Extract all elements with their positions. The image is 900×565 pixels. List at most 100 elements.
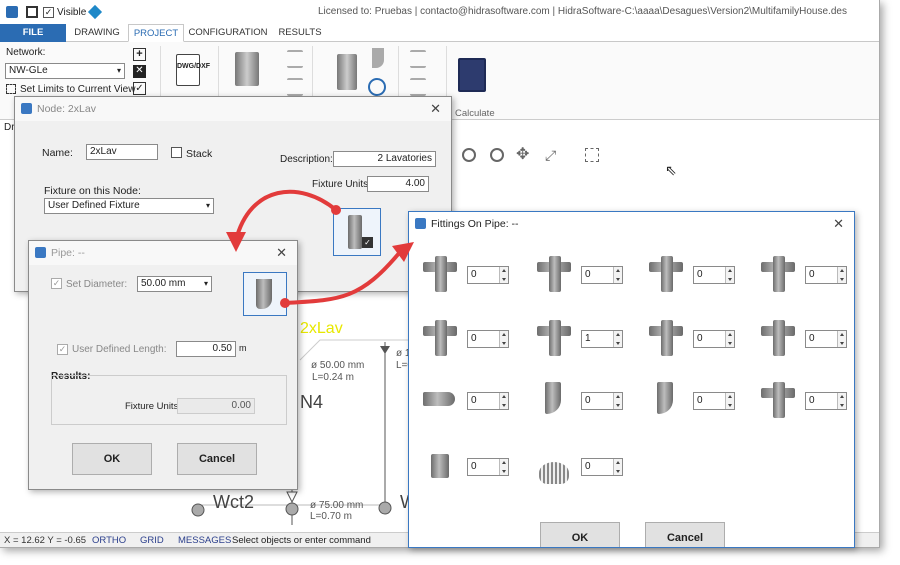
add-network-button[interactable]: + <box>133 48 146 61</box>
save-icon[interactable] <box>26 6 38 18</box>
fixture-select[interactable]: User Defined Fixture ▾ <box>44 198 214 214</box>
pipe-preview-button[interactable] <box>243 272 287 316</box>
cross-quantity-value: 1 <box>585 333 591 344</box>
reducer-quantity-stepper[interactable]: 0 <box>467 392 509 410</box>
elbow-icon[interactable] <box>372 48 384 68</box>
list-icon-3[interactable] <box>410 50 426 68</box>
sanitary-tee-fitting-icon <box>649 252 683 296</box>
stepper-arrows-icon[interactable] <box>499 459 508 475</box>
stepper-arrows-icon[interactable] <box>613 331 622 347</box>
grid-toggle[interactable]: GRID <box>140 535 164 546</box>
tab-project[interactable]: PROJECT <box>128 24 184 42</box>
wye-45-fitting-icon <box>761 378 795 422</box>
double-wye-fitting-icon <box>423 316 457 360</box>
fittings-dialog-title: Fittings On Pipe: -- <box>431 218 519 230</box>
pipe3-length: L=0.70 m <box>310 511 352 522</box>
wye-quantity-stepper[interactable]: 0 <box>467 266 509 284</box>
stepper-arrows-icon[interactable] <box>725 393 734 409</box>
node-label: 2xLav <box>300 320 343 337</box>
node-wct2-label: Wct2 <box>213 492 255 512</box>
status-hint: Select objects or enter command <box>232 535 371 546</box>
stepper-arrows-icon[interactable] <box>837 393 846 409</box>
close-icon[interactable]: ✕ <box>833 216 844 232</box>
sanitary-tee-quantity-stepper[interactable]: 0 <box>693 266 735 284</box>
ok-button[interactable]: OK <box>540 522 620 547</box>
floor-drain-quantity-value: 0 <box>585 461 591 472</box>
add-fitting-icon[interactable] <box>235 52 259 86</box>
add-pipe-icon[interactable] <box>337 54 357 90</box>
name-input[interactable]: 2xLav <box>86 144 158 160</box>
dialog-app-icon <box>415 218 426 229</box>
network-select[interactable]: NW-GLe ▾ <box>5 63 125 79</box>
double-tee-body <box>773 256 785 292</box>
stepper-arrows-icon[interactable] <box>725 331 734 347</box>
stepper-arrows-icon[interactable] <box>837 267 846 283</box>
stack-checkbox[interactable] <box>171 147 182 158</box>
stepper-arrows-icon[interactable] <box>499 331 508 347</box>
tee-quantity-stepper[interactable]: 0 <box>581 266 623 284</box>
stepper-arrows-icon[interactable] <box>613 393 622 409</box>
diameter-select[interactable]: 50.00 mm ▾ <box>137 276 212 292</box>
coords-readout: X = 12.62 Y = -0.65 <box>4 535 87 546</box>
tab-file[interactable]: FILE <box>0 24 66 42</box>
set-limits-icon <box>6 84 16 94</box>
close-icon[interactable]: ✕ <box>276 245 287 261</box>
list-icon[interactable] <box>287 50 303 68</box>
combo-cross-quantity-stepper[interactable]: 0 <box>805 330 847 348</box>
stepper-arrows-icon[interactable] <box>613 459 622 475</box>
fixture-pipe-icon <box>348 215 362 249</box>
length-input[interactable]: 0.50 <box>176 341 236 357</box>
set-limits-button[interactable]: Set Limits to Current View <box>20 84 135 95</box>
stepper-arrows-icon[interactable] <box>837 331 846 347</box>
cross-quantity-stepper[interactable]: 1 <box>581 330 623 348</box>
settings-icon[interactable] <box>368 78 386 96</box>
wye-45-quantity-stepper[interactable]: 0 <box>805 392 847 410</box>
name-label: Name: <box>42 147 73 159</box>
double-tee-quantity-stepper[interactable]: 0 <box>805 266 847 284</box>
floor-drain-quantity-stepper[interactable]: 0 <box>581 458 623 476</box>
user-length-checkbox[interactable]: ✓ <box>57 344 68 355</box>
tab-configuration[interactable]: CONFIGURATION <box>186 24 270 42</box>
close-icon[interactable]: ✕ <box>430 101 441 117</box>
visible-checkbox[interactable]: ✓ <box>43 7 54 18</box>
stepper-arrows-icon[interactable] <box>499 267 508 283</box>
double-wye-quantity-stepper[interactable]: 0 <box>467 330 509 348</box>
pipe1-diameter: ø 50.00 mm <box>311 360 365 371</box>
pipe3-diameter: ø 75.00 mm <box>310 500 364 511</box>
fixture-units-input[interactable]: 4.00 <box>367 176 429 192</box>
wye-45-body <box>773 382 785 418</box>
floor-drain-fitting-icon <box>537 444 571 488</box>
double-sanitary-tee-quantity-stepper[interactable]: 0 <box>693 330 735 348</box>
stepper-arrows-icon[interactable] <box>613 267 622 283</box>
fixture-preview-button[interactable]: ✓ <box>333 208 381 256</box>
cancel-button[interactable]: Cancel <box>645 522 725 547</box>
dwg-dxf-icon[interactable]: DWG/DXF <box>176 54 210 86</box>
double-tee-fitting-icon <box>761 252 795 296</box>
list-icon-2[interactable] <box>287 78 303 96</box>
ortho-toggle[interactable]: ORTHO <box>92 535 126 546</box>
cube-icon[interactable] <box>87 4 103 20</box>
description-input[interactable]: 2 Lavatories <box>333 151 436 167</box>
wye-quantity-value: 0 <box>471 269 477 280</box>
delete-network-button[interactable]: ✕ <box>133 65 146 78</box>
long-bend-quantity-stepper[interactable]: 0 <box>693 392 735 410</box>
tee-quantity-value: 0 <box>585 269 591 280</box>
wye-45-quantity-value: 0 <box>809 395 815 406</box>
set-diameter-checkbox[interactable]: ✓ <box>51 278 62 289</box>
sanitary-tee-body <box>661 256 673 292</box>
stepper-arrows-icon[interactable] <box>499 393 508 409</box>
double-sanitary-tee-quantity-value: 0 <box>697 333 703 344</box>
list-icon-4[interactable] <box>410 78 426 96</box>
stepper-arrows-icon[interactable] <box>725 267 734 283</box>
combo-cross-fitting-icon <box>761 316 795 360</box>
tab-drawing[interactable]: DRAWING <box>68 24 126 42</box>
cancel-button[interactable]: Cancel <box>177 443 257 475</box>
tab-results[interactable]: RESULTS <box>272 24 328 42</box>
cleanout-quantity-stepper[interactable]: 0 <box>467 458 509 476</box>
ok-button[interactable]: OK <box>72 443 152 475</box>
fixture-select-value: User Defined Fixture <box>48 200 140 211</box>
bend-quantity-stepper[interactable]: 0 <box>581 392 623 410</box>
messages-toggle[interactable]: MESSAGES <box>178 535 231 546</box>
calculate-icon[interactable] <box>458 58 486 92</box>
dwg-label: DWG/DXF <box>177 63 211 70</box>
